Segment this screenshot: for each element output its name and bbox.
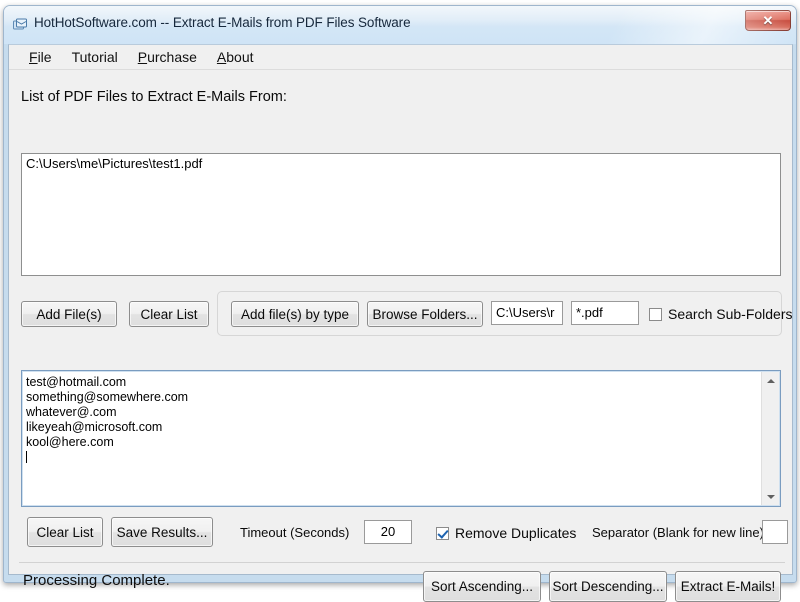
close-icon: ✕ [762,13,774,28]
menu-item-label: bout [226,49,254,65]
remove-duplicates-label: Remove Duplicates [455,525,577,541]
sort-descending-button[interactable]: Sort Descending... [549,571,667,602]
file-mask-input[interactable]: *.pdf [571,301,639,325]
text-caret [26,450,760,465]
client-area: File Tutorial Purchase About List of PDF… [8,44,793,602]
menu-item-tutorial[interactable]: Tutorial [62,47,128,67]
menu-item-file[interactable]: File [19,47,62,67]
search-subfolders-label: Search Sub-Folders [668,306,793,322]
email-list-item: likeyeah@microsoft.com [26,420,163,434]
menu-item-about[interactable]: About [207,47,264,67]
triangle-up-icon[interactable] [762,372,779,389]
file-list-label: List of PDF Files to Extract E-Mails Fro… [21,89,287,105]
menu-mnemonic: F [29,49,38,65]
divider [19,562,785,563]
add-files-button[interactable]: Add File(s) [21,301,117,327]
clear-file-list-button[interactable]: Clear List [129,301,209,327]
app-window-icon [12,17,28,33]
results-scrollbar[interactable] [761,372,779,505]
window-title: HotHotSoftware.com -- Extract E-Mails fr… [34,15,411,30]
browse-folders-button[interactable]: Browse Folders... [367,301,483,327]
title-bar[interactable]: HotHotSoftware.com -- Extract E-Mails fr… [4,6,796,44]
separator-input[interactable] [762,520,788,544]
sort-ascending-button[interactable]: Sort Ascending... [423,571,541,602]
menu-mnemonic: P [137,49,148,65]
folder-path-input[interactable]: C:\Users\r [491,301,563,325]
close-button[interactable]: ✕ [745,10,791,31]
remove-duplicates-checkbox[interactable]: Remove Duplicates [436,525,576,541]
separator-label: Separator (Blank for new line) [592,525,764,540]
search-subfolders-checkbox[interactable]: Search Sub-Folders [649,306,793,322]
save-results-button[interactable]: Save Results... [111,517,213,547]
results-panel: test@hotmail.com something@somewhere.com w… [21,370,781,507]
extract-emails-button[interactable]: Extract E-Mails! [675,571,781,602]
email-list-item: whatever@.com [26,405,117,419]
menu-item-purchase[interactable]: Purchase [128,47,207,67]
triangle-down-icon[interactable] [762,488,779,505]
menu-mnemonic: A [216,49,227,65]
status-text: Processing Complete. [23,572,170,589]
extracted-emails-list[interactable]: test@hotmail.com something@somewhere.com w… [26,375,760,502]
menu-item-label: urchase [147,49,197,65]
timeout-input[interactable]: 20 [364,520,412,544]
clear-results-button[interactable]: Clear List [27,517,103,547]
email-list-item: kool@here.com [26,435,114,449]
menu-item-label: ile [37,49,52,65]
timeout-label: Timeout (Seconds) [240,525,350,540]
email-list-item: test@hotmail.com [26,375,127,389]
menu-item-label: Tutorial [71,49,118,65]
checkbox-box [436,526,449,540]
checkbox-box [649,307,662,321]
pdf-file-list[interactable]: C:\Users\me\Pictures\test1.pdf [21,153,781,276]
menu-bar: File Tutorial Purchase About [9,45,792,70]
email-list-item: something@somewhere.com [26,390,189,404]
application-window: HotHotSoftware.com -- Extract E-Mails fr… [3,5,797,602]
add-files-by-type-button[interactable]: Add file(s) by type [231,301,359,327]
